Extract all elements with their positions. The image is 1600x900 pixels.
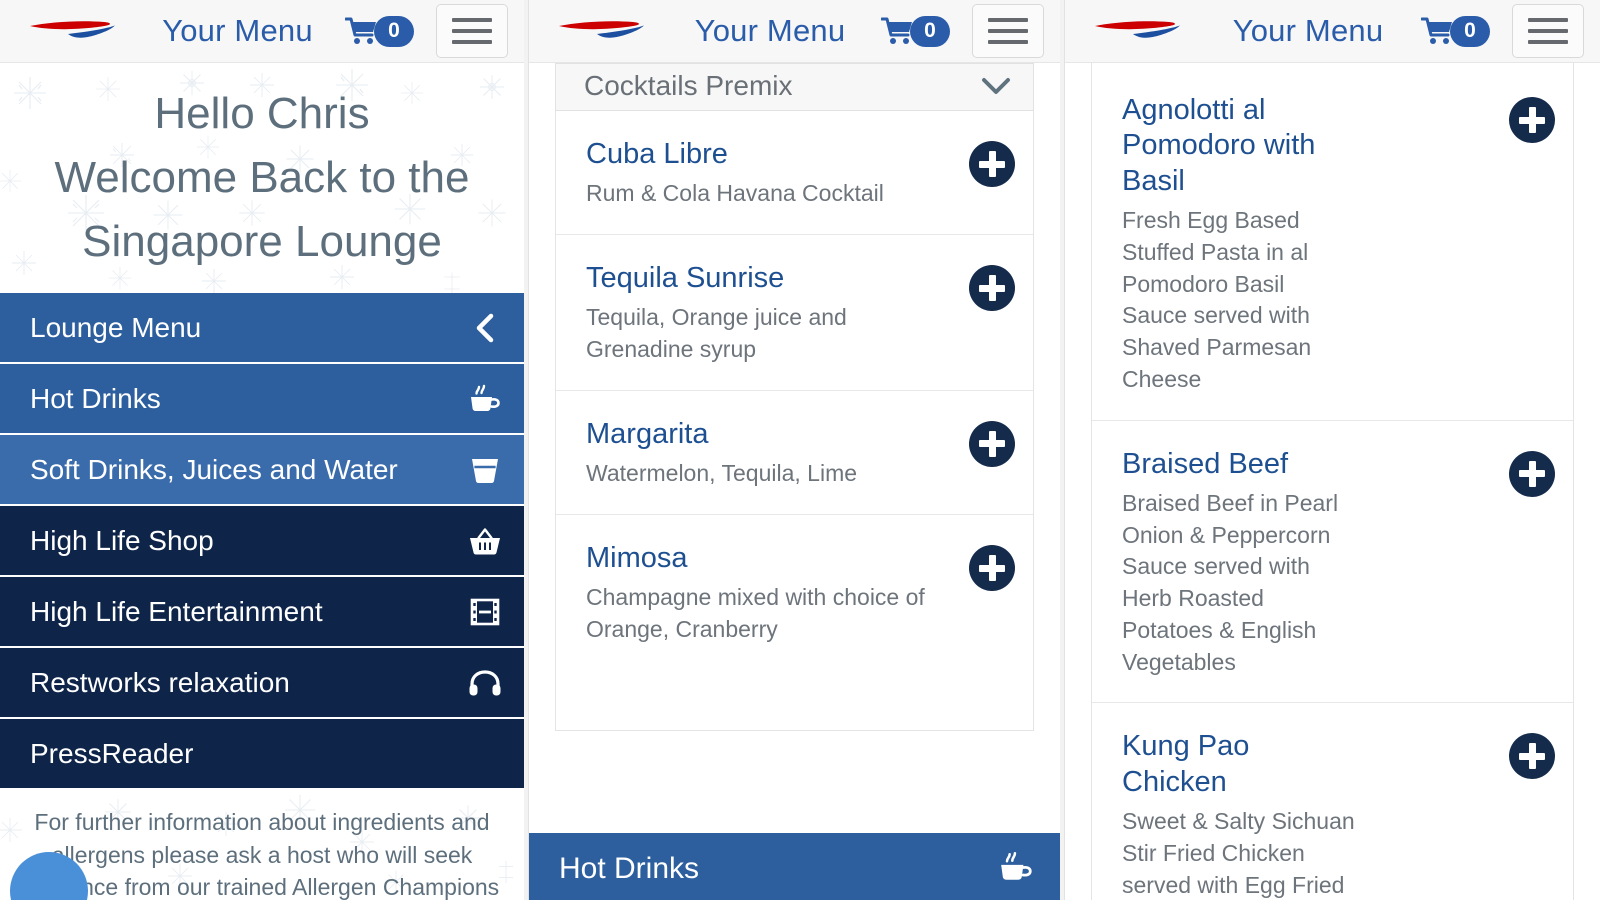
british-airways-speedmarque-logo <box>1095 21 1180 38</box>
panel-main-courses: Your Menu 0 Agnolotti al Pomodoro with B… <box>1064 0 1600 900</box>
cart-button[interactable]: 0 <box>881 15 950 47</box>
section-header-cocktails-premix[interactable]: Cocktails Premix <box>555 63 1034 111</box>
menu-item-description: Rum & Cola Havana Cocktail <box>586 180 884 207</box>
shopping-basket-icon <box>468 524 502 558</box>
welcome-banner: Hello Chris Welcome Back to the Singapor… <box>0 63 524 293</box>
menu-item-description: Champagne mixed with choice of Orange, C… <box>586 584 925 643</box>
headphones-icon <box>468 666 502 700</box>
panel-cocktails: Your Menu 0 Cocktails Premix Cuba Libre … <box>528 0 1060 900</box>
add-item-button[interactable] <box>969 420 1015 467</box>
cart-count-badge: 0 <box>1450 15 1490 47</box>
plus-circle-icon <box>979 151 1005 177</box>
page-title: Your Menu <box>1232 13 1384 48</box>
plus-circle-icon <box>979 275 1005 302</box>
app-header-panel-1: Your Menu 0 <box>0 0 524 63</box>
add-item-button[interactable] <box>969 265 1015 312</box>
add-item-button[interactable] <box>969 141 1015 187</box>
british-airways-speedmarque-logo <box>559 21 644 38</box>
panel-lounge-home: Your Menu 0 Hello Chris Welcome Back to … <box>0 0 524 900</box>
menu-item[interactable]: Mimosa Champagne mixed with choice of Or… <box>556 515 1033 670</box>
section-title: Cocktails Premix <box>584 70 793 101</box>
welcome-line-1: Hello Chris <box>154 89 370 139</box>
glass-tumbler-icon <box>468 453 502 487</box>
sidebar-item-label: Lounge Menu <box>30 311 202 343</box>
welcome-line-2: Welcome Back to the <box>54 153 470 203</box>
app-header-panel-3: Your Menu 0 <box>1065 0 1600 63</box>
cart-button[interactable]: 0 <box>1421 15 1490 47</box>
film-strip-icon <box>468 595 502 629</box>
lounge-nav-list: Lounge Menu Hot Drinks Soft Drinks, Juic… <box>0 293 524 790</box>
menu-item[interactable]: Kung Pao Chicken Sweet & Salty Sichuan S… <box>1092 703 1573 900</box>
sidebar-item-hot-drinks[interactable]: Hot Drinks <box>0 364 524 435</box>
main-courses-list-card: Agnolotti al Pomodoro with Basil Fresh E… <box>1091 77 1574 900</box>
menu-item[interactable]: Agnolotti al Pomodoro with Basil Fresh E… <box>1092 77 1573 421</box>
sidebar-item-restworks-relaxation[interactable]: Restworks relaxation <box>0 648 524 719</box>
cart-count-badge: 0 <box>374 15 414 47</box>
menu-item-name: Kung Pao Chicken <box>1122 730 1250 798</box>
sidebar-item-label: High Life Shop <box>30 524 214 556</box>
section-bar-label: Hot Drinks <box>559 852 700 885</box>
sidebar-item-label: PressReader <box>30 737 194 769</box>
sidebar-item-high-life-shop[interactable]: High Life Shop <box>0 506 524 577</box>
sidebar-item-label: Hot Drinks <box>30 382 161 414</box>
menu-item[interactable]: Braised Beef Braised Beef in Pearl Onion… <box>1092 421 1573 704</box>
menu-item-name: Agnolotti al Pomodoro with Basil <box>1122 94 1316 197</box>
menu-item-description: Tequila, Orange juice and Grenadine syru… <box>586 304 847 363</box>
menu-item-name: Cuba Libre <box>586 138 728 170</box>
chevron-down-icon <box>982 78 1010 94</box>
menu-item-name: Tequila Sunrise <box>586 262 785 295</box>
menu-item-name: Margarita <box>586 417 709 450</box>
menu-item-description: Braised Beef in Pearl Onion & Peppercorn… <box>1122 489 1339 675</box>
section-bar-hot-drinks[interactable]: Hot Drinks <box>529 833 1060 900</box>
page-title: Your Menu <box>694 13 846 48</box>
app-header-panel-2: Your Menu 0 <box>529 0 1060 63</box>
sidebar-item-lounge-menu[interactable]: Lounge Menu <box>0 293 524 364</box>
plus-circle-icon <box>1519 460 1545 487</box>
cart-button[interactable]: 0 <box>345 15 414 47</box>
sidebar-item-high-life-entertainment[interactable]: High Life Entertainment <box>0 577 524 648</box>
plus-circle-icon <box>1519 107 1545 133</box>
allergen-note-text: For further information about ingredient… <box>24 809 500 900</box>
coffee-cup-icon <box>468 382 502 416</box>
cocktails-list-card: Cuba Libre Rum & Cola Havana Cocktail Te… <box>555 111 1034 731</box>
sidebar-item-label: Soft Drinks, Juices and Water <box>30 453 398 485</box>
sidebar-item-label: Restworks relaxation <box>30 666 290 698</box>
card-top-spacer <box>1091 63 1574 77</box>
add-item-button[interactable] <box>1509 450 1555 497</box>
hamburger-menu-icon[interactable] <box>436 4 508 58</box>
welcome-message: Hello Chris Welcome Back to the Singapor… <box>43 82 482 273</box>
menu-item-description: Sweet & Salty Sichuan Stir Fried Chicken… <box>1122 808 1355 898</box>
sidebar-item-pressreader[interactable]: PressReader <box>0 719 524 790</box>
british-airways-speedmarque-logo <box>30 21 115 38</box>
menu-item[interactable]: Cuba Libre Rum & Cola Havana Cocktail <box>556 111 1033 236</box>
add-item-button[interactable] <box>1509 733 1555 780</box>
menu-item-name: Braised Beef <box>1122 447 1289 480</box>
menu-item-description: Fresh Egg Based Stuffed Pasta in al Pomo… <box>1122 207 1312 392</box>
app-screen: Your Menu 0 Hello Chris Welcome Back to … <box>0 0 1600 900</box>
sidebar-item-soft-drinks[interactable]: Soft Drinks, Juices and Water <box>0 435 524 506</box>
add-item-button[interactable] <box>1509 97 1555 143</box>
hamburger-menu-icon[interactable] <box>1512 4 1584 58</box>
menu-item[interactable]: Margarita Watermelon, Tequila, Lime <box>556 391 1033 516</box>
menu-item[interactable]: Tequila Sunrise Tequila, Orange juice an… <box>556 235 1033 391</box>
hamburger-menu-icon[interactable] <box>972 4 1044 58</box>
plus-circle-icon <box>979 555 1005 582</box>
no-icon <box>468 737 502 771</box>
allergen-note: For further information about ingredient… <box>0 790 524 900</box>
welcome-line-3: Singapore Lounge <box>82 216 442 266</box>
menu-item-description: Watermelon, Tequila, Lime <box>586 460 858 487</box>
sidebar-item-label: High Life Entertainment <box>30 595 323 627</box>
plus-circle-icon <box>1519 743 1545 770</box>
add-item-button[interactable] <box>969 545 1015 592</box>
plus-circle-icon <box>979 430 1005 457</box>
cart-count-badge: 0 <box>910 15 950 47</box>
page-title: Your Menu <box>162 13 313 48</box>
chevron-left-icon <box>468 311 502 345</box>
menu-item-name: Mimosa <box>586 542 688 575</box>
coffee-cup-icon <box>998 850 1034 889</box>
